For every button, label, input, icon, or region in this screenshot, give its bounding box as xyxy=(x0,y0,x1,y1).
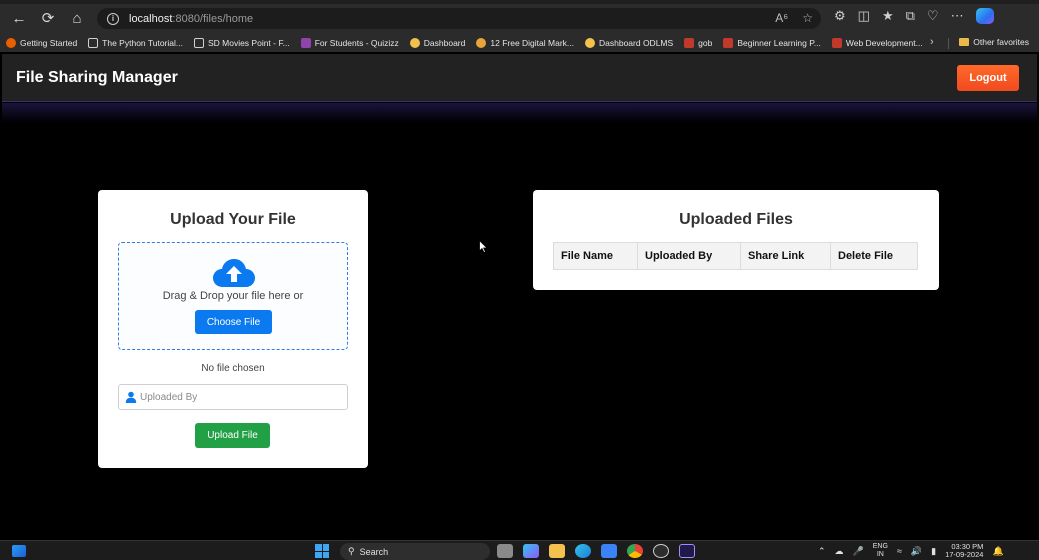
bookmark-item[interactable]: gob xyxy=(684,38,712,48)
clock[interactable]: 03:30 PM 17-09-2024 xyxy=(945,543,983,559)
column-header-file-name: File Name xyxy=(553,242,638,270)
read-aloud-icon[interactable]: A⁶ xyxy=(775,11,788,25)
gm-icon xyxy=(831,38,842,48)
python-icon xyxy=(409,38,420,48)
divider xyxy=(948,38,949,49)
chevron-right-icon[interactable]: › xyxy=(930,36,934,48)
favorites-icon[interactable]: ★ xyxy=(882,8,894,24)
files-title: Uploaded Files xyxy=(679,211,793,228)
files-table: File Name Uploaded By Share Link Delete … xyxy=(553,242,918,270)
bookmark-item[interactable]: Getting Started xyxy=(6,38,77,48)
favorite-star-icon[interactable]: ☆ xyxy=(802,11,813,25)
bookmark-item[interactable]: The Python Tutorial... xyxy=(88,38,183,48)
drop-zone[interactable]: Drag & Drop your file here or Choose Fil… xyxy=(118,242,348,350)
logout-button[interactable]: Logout xyxy=(957,65,1019,91)
search-icon: ⚲ xyxy=(348,546,355,556)
page-icon xyxy=(193,38,204,48)
volume-icon[interactable]: 🔊 xyxy=(911,546,922,557)
edge-icon[interactable] xyxy=(575,544,591,558)
python-icon xyxy=(585,38,595,48)
notifications-icon[interactable]: 🔔 xyxy=(992,546,1003,557)
mouse-cursor-icon xyxy=(479,240,488,253)
windows-start-icon[interactable] xyxy=(315,544,329,558)
bookmark-item[interactable]: SD Movies Point - F... xyxy=(193,38,290,48)
back-icon[interactable]: ← xyxy=(5,4,33,32)
taskbar-search[interactable]: ⚲ Search xyxy=(340,543,490,560)
no-file-text: No file chosen xyxy=(201,363,265,374)
table-header-row: File Name Uploaded By Share Link Delete … xyxy=(553,242,918,270)
copilot-taskbar-icon[interactable] xyxy=(523,544,539,558)
browser-essentials-icon[interactable]: ♡ xyxy=(927,8,939,24)
tab-strip xyxy=(0,0,1039,4)
task-view-icon[interactable] xyxy=(497,544,513,558)
upload-file-button[interactable]: Upload File xyxy=(195,423,270,448)
language-indicator[interactable]: ENG IN xyxy=(873,543,888,559)
bookmark-item[interactable]: For Students - Quizizz xyxy=(300,38,399,48)
bookmarks-bar: Getting Started The Python Tutorial... S… xyxy=(0,34,1039,52)
uploaded-by-field[interactable] xyxy=(118,384,348,410)
folder-icon xyxy=(959,38,970,46)
bookmark-icon xyxy=(476,38,487,48)
drop-instructions: Drag & Drop your file here or xyxy=(162,290,304,302)
microphone-icon[interactable]: 🎤 xyxy=(853,546,864,557)
page-icon xyxy=(88,38,99,48)
github-icon[interactable] xyxy=(653,544,669,558)
browser-toolbar: ← ⟳ ⌂ i localhost:8080/files/home A⁶ ☆ ⚙… xyxy=(0,0,1039,34)
uploaded-by-input[interactable] xyxy=(140,391,330,403)
bookmark-item[interactable]: Web Development... xyxy=(831,38,923,48)
firefox-icon xyxy=(6,38,16,48)
upload-card: Upload Your File Drag & Drop your file h… xyxy=(98,190,368,468)
app-header: File Sharing Manager Logout xyxy=(2,54,1037,102)
bookmark-item[interactable]: Beginner Learning P... xyxy=(723,38,821,48)
other-favorites-folder[interactable]: Other favorites xyxy=(959,37,1029,47)
collections-icon[interactable]: ⧉ xyxy=(906,8,915,24)
extensions-icon[interactable]: ⚙ xyxy=(834,8,846,24)
more-options-icon[interactable]: ⋯ xyxy=(951,8,964,24)
gm-icon xyxy=(723,38,734,48)
widgets-icon[interactable] xyxy=(12,545,26,557)
bookmark-item[interactable]: Dashboard xyxy=(409,38,465,48)
url-host: localhost xyxy=(129,12,173,25)
chrome-icon[interactable] xyxy=(627,544,643,558)
cloud-upload-icon xyxy=(213,259,255,287)
onedrive-icon[interactable]: ☁ xyxy=(835,546,844,557)
column-header-uploaded-by: Uploaded By xyxy=(637,242,741,270)
file-explorer-icon[interactable] xyxy=(549,544,565,558)
upload-title: Upload Your File xyxy=(170,211,296,228)
column-header-delete-file: Delete File xyxy=(830,242,918,270)
app-title: File Sharing Manager xyxy=(16,68,178,86)
column-header-share-link: Share Link xyxy=(740,242,831,270)
battery-icon[interactable]: ▮ xyxy=(931,546,936,557)
url-path: :8080/files/home xyxy=(172,12,254,25)
home-icon[interactable]: ⌂ xyxy=(63,4,91,32)
site-info-icon[interactable]: i xyxy=(107,12,119,25)
header-shadow xyxy=(2,103,1037,123)
bookmark-item[interactable]: Dashboard ODLMS xyxy=(585,38,673,48)
choose-file-button[interactable]: Choose File xyxy=(195,310,272,334)
copilot-icon[interactable] xyxy=(975,8,994,24)
search-label: Search xyxy=(359,546,389,557)
chevron-up-icon[interactable]: ⌃ xyxy=(818,546,826,557)
taskbar: ⚲ Search ⌃ ☁ 🎤 ENG IN ≈ 🔊 ▮ 03:30 PM 17-… xyxy=(0,540,1039,560)
store-icon[interactable] xyxy=(601,544,617,558)
bookmark-item[interactable]: 12 Free Digital Mark... xyxy=(476,38,574,48)
split-screen-icon[interactable]: ◫ xyxy=(858,8,870,24)
refresh-icon[interactable]: ⟳ xyxy=(34,4,62,32)
wifi-icon[interactable]: ≈ xyxy=(897,546,902,556)
ide-icon[interactable] xyxy=(679,544,695,558)
gob-icon xyxy=(684,38,695,48)
quizizz-icon xyxy=(300,38,311,48)
files-card: Uploaded Files File Name Uploaded By Sha… xyxy=(533,190,939,290)
user-icon xyxy=(125,391,137,403)
address-bar[interactable]: i localhost:8080/files/home A⁶ ☆ xyxy=(97,8,821,29)
